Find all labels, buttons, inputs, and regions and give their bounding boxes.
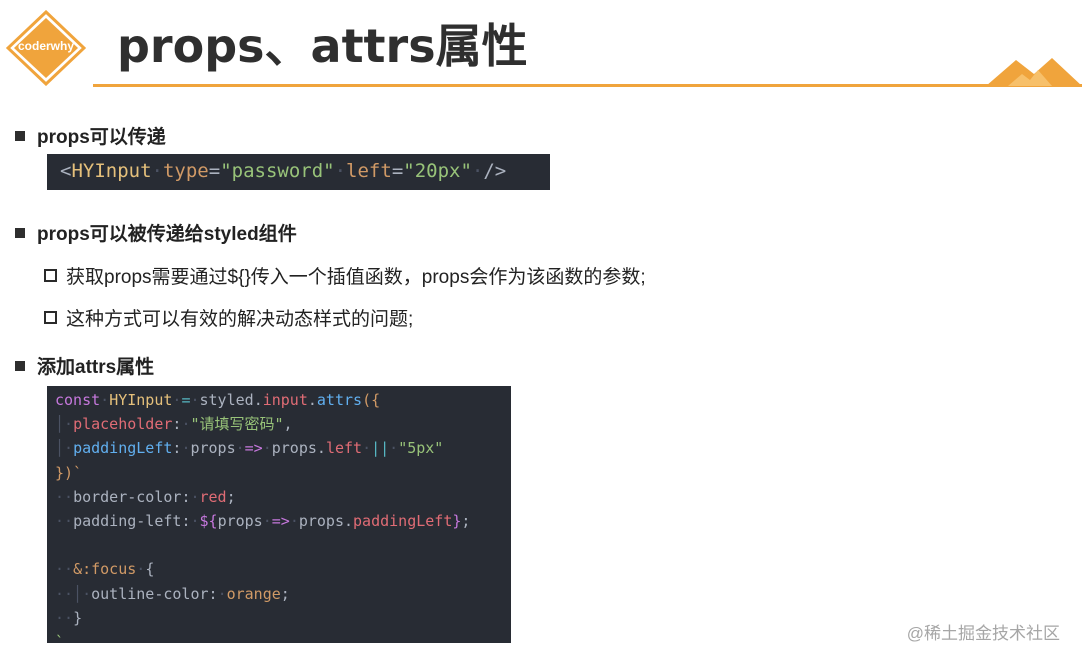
code-token: =: [391, 160, 404, 182]
code-token: .: [307, 391, 317, 409]
code-token: ${: [199, 511, 218, 530]
code-token: styled: [199, 391, 254, 409]
code-token: }: [73, 608, 83, 627]
code-token: ,: [283, 415, 293, 434]
code-line: ··padding-left:·${props·=>·props.padding…: [55, 511, 471, 530]
code-token: placeholder: [73, 415, 173, 434]
code-token: border-color: [73, 487, 182, 506]
code-token: left: [346, 160, 392, 182]
code-token: props: [298, 511, 344, 530]
code-token: HYInput: [109, 391, 173, 409]
logo-text: coderwhy: [17, 39, 74, 53]
code-token: input: [262, 391, 308, 409]
code-token: padding-left: [73, 511, 182, 530]
section-label: props可以被传递给styled组件: [37, 224, 297, 245]
code-token: ;: [280, 584, 290, 603]
code-token: paddingLeft: [73, 439, 173, 458]
sub-item-text: 这种方式可以有效的解决动态样式的问题;: [66, 309, 414, 330]
hollow-square-bullet-icon: [44, 311, 57, 324]
hollow-square-bullet-icon: [44, 269, 57, 282]
bullet-square-icon: [15, 227, 25, 238]
code-token: const: [55, 391, 101, 409]
code-token: type: [162, 160, 209, 182]
mountains-decoration-icon: [986, 58, 1082, 86]
code-line: ··}: [55, 608, 83, 627]
watermark: @稀土掘金技术社区: [906, 624, 1060, 643]
code-token: &:focus: [73, 560, 137, 579]
section-attrs: 添加attrs属性: [15, 352, 154, 379]
code-token: :: [208, 584, 218, 603]
code-token: .: [344, 511, 354, 530]
code-token: =>: [244, 439, 263, 458]
code-token: props: [217, 511, 263, 530]
page-title: props、attrs属性: [117, 19, 528, 73]
sub-item-dynamic-style: 这种方式可以有效的解决动态样式的问题;: [44, 304, 413, 331]
code-token: .: [316, 439, 326, 458]
code-token: HYInput: [71, 160, 152, 182]
code-token: orange: [226, 584, 281, 603]
code-line: })`: [55, 461, 511, 485]
code-token: ({: [362, 391, 381, 409]
code-block-styled: const·HYInput·=·styled.input.attrs({ │·p…: [47, 386, 511, 651]
code-token: `: [55, 632, 65, 651]
code-token: "20px": [403, 160, 472, 182]
code-token: <: [60, 160, 72, 182]
code-token: ;: [226, 487, 236, 506]
code-line: │·paddingLeft:·props·=>·props.left·||·"5…: [55, 439, 444, 458]
code-line: `: [55, 630, 511, 654]
code-token: "password": [220, 160, 335, 182]
code-line: const·HYInput·=·styled.input.attrs({: [55, 391, 381, 409]
code-line: ··&:focus·{: [55, 560, 155, 579]
code-token: left: [325, 439, 363, 458]
code-line: │·placeholder:·"请填写密码",: [55, 415, 293, 434]
section-props-passing: props可以传递: [15, 122, 166, 149]
bullet-square-icon: [15, 130, 25, 141]
code-token: ;: [461, 511, 471, 530]
code-token: =: [208, 160, 221, 182]
section-props-styled: props可以被传递给styled组件: [15, 219, 297, 246]
bullet-square-icon: [15, 360, 25, 371]
code-line: ··│·outline-color:·orange;: [55, 584, 290, 603]
header-divider: [93, 84, 1082, 87]
sub-item-text: 获取props需要通过${}传入一个插值函数，props会作为该函数的参数;: [66, 267, 646, 288]
sub-item-interpolation: 获取props需要通过${}传入一个插值函数，props会作为该函数的参数;: [44, 262, 646, 289]
section-label: props可以传递: [37, 127, 166, 148]
code-token: red: [199, 487, 227, 506]
code-token: />: [483, 160, 507, 182]
coderwhy-logo: coderwhy: [6, 10, 86, 86]
code-token: "5px": [398, 439, 444, 458]
code-token: paddingLeft: [353, 511, 453, 530]
code-token: =>: [271, 511, 290, 530]
section-label: 添加attrs属性: [37, 357, 155, 378]
code-token: "请填写密码": [190, 415, 284, 434]
code-token: props: [271, 439, 317, 458]
code-token: attrs: [316, 391, 363, 409]
code-token: ||: [371, 439, 390, 458]
code-token: props: [190, 439, 236, 458]
code-line: ··border-color:·red;: [55, 487, 236, 506]
code-block-jsx: <HYInput·type="password"·left="20px"·/>: [47, 154, 550, 190]
code-token: outline-color: [91, 584, 209, 603]
code-token: .: [253, 391, 263, 409]
code-token: })`: [55, 463, 83, 482]
code-token: {: [145, 560, 155, 579]
